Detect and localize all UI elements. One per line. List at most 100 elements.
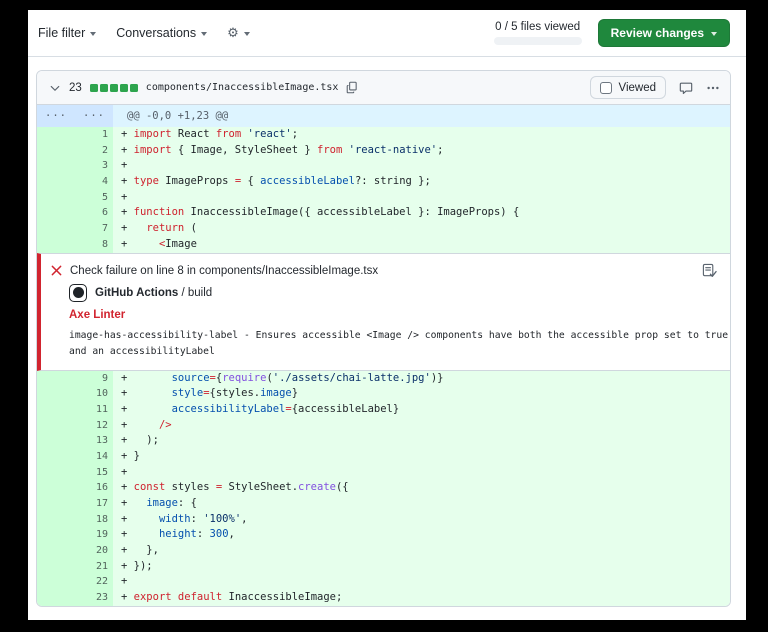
new-line-number[interactable]: 12 (75, 418, 113, 434)
line-content: + import { Image, StyleSheet } from 'rea… (113, 143, 730, 159)
new-line-number[interactable]: 1 (75, 127, 113, 143)
old-line-number[interactable] (37, 496, 75, 512)
new-line-number[interactable]: 2 (75, 143, 113, 159)
new-line-number[interactable]: 17 (75, 496, 113, 512)
conversations-label: Conversations (116, 26, 196, 40)
new-line-number[interactable]: 14 (75, 449, 113, 465)
comment-icon[interactable] (679, 81, 693, 95)
file-filter-dropdown[interactable]: File filter (38, 26, 96, 40)
pr-files-page: File filter Conversations ⚙ 0 / 5 files … (28, 10, 746, 620)
diff-line: 18+ width: '100%', (37, 512, 730, 528)
kebab-menu-icon[interactable] (706, 81, 720, 95)
copy-path-icon[interactable] (346, 81, 359, 94)
diff-line: 6+ function InaccessibleImage({ accessib… (37, 205, 730, 221)
diff-line: 20+ }, (37, 543, 730, 559)
old-line-number[interactable] (37, 371, 75, 387)
diff-lines: 1+ import React from 'react';2+ import {… (37, 127, 730, 606)
new-line-number[interactable]: 21 (75, 559, 113, 575)
diff-line: 3+ (37, 158, 730, 174)
diff-line: 10+ style={styles.image} (37, 386, 730, 402)
new-line-number[interactable]: 4 (75, 174, 113, 190)
old-line-number[interactable] (37, 512, 75, 528)
diff-line: 12+ /> (37, 418, 730, 434)
new-line-number[interactable]: 19 (75, 527, 113, 543)
toolbar-left-group: File filter Conversations ⚙ (38, 26, 250, 40)
new-line-number[interactable]: 6 (75, 205, 113, 221)
new-line-number[interactable]: 10 (75, 386, 113, 402)
old-line-number[interactable] (37, 574, 75, 590)
diff-toolbar: File filter Conversations ⚙ 0 / 5 files … (28, 10, 746, 57)
new-line-number[interactable]: 13 (75, 433, 113, 449)
review-changes-button[interactable]: Review changes (598, 19, 730, 47)
line-content: + accessibilityLabel={accessibleLabel} (113, 402, 730, 418)
hunk-header-row: ··· ··· @@ -0,0 +1,23 @@ (37, 105, 730, 127)
addition-marker: + (121, 544, 134, 556)
diffstat-block (130, 84, 138, 92)
old-line-number[interactable] (37, 449, 75, 465)
chevron-down-icon (90, 32, 96, 36)
new-line-number[interactable]: 5 (75, 190, 113, 206)
diff-line: 17+ image: { (37, 496, 730, 512)
addition-marker: + (121, 591, 134, 603)
old-line-number[interactable] (37, 480, 75, 496)
addition-marker: + (121, 387, 134, 399)
line-content: + export default InaccessibleImage; (113, 590, 730, 606)
new-line-number[interactable]: 15 (75, 465, 113, 481)
old-line-number[interactable] (37, 158, 75, 174)
diff-line: 23+ export default InaccessibleImage; (37, 590, 730, 606)
old-line-number[interactable] (37, 418, 75, 434)
collapse-file-chevron[interactable] (49, 82, 61, 94)
conversations-dropdown[interactable]: Conversations (116, 26, 207, 40)
github-logo-icon (69, 284, 87, 302)
new-line-number[interactable]: 9 (75, 371, 113, 387)
annotation-message-line1: image-has-accessibility-label - Ensures … (69, 330, 728, 341)
old-line-number[interactable] (37, 143, 75, 159)
line-content: + <Image (113, 237, 730, 253)
old-line-number[interactable] (37, 527, 75, 543)
expand-hunk-button[interactable]: ··· (75, 105, 113, 127)
new-line-number[interactable]: 3 (75, 158, 113, 174)
old-line-number[interactable] (37, 465, 75, 481)
new-line-number[interactable]: 11 (75, 402, 113, 418)
line-content: + ); (113, 433, 730, 449)
files-viewed-progress-bar (494, 37, 582, 45)
old-line-number[interactable] (37, 433, 75, 449)
addition-marker: + (121, 191, 134, 203)
chevron-down-icon (711, 32, 717, 36)
old-line-number[interactable] (37, 559, 75, 575)
line-content: + source={require('./assets/chai-latte.j… (113, 371, 730, 387)
new-line-number[interactable]: 7 (75, 221, 113, 237)
old-line-number[interactable] (37, 221, 75, 237)
old-line-number[interactable] (37, 190, 75, 206)
new-line-number[interactable]: 18 (75, 512, 113, 528)
diff-line: 22+ (37, 574, 730, 590)
viewed-checkbox[interactable] (600, 82, 612, 94)
expand-hunk-cells: ··· ··· (37, 105, 113, 127)
chevron-down-icon (201, 32, 207, 36)
diff-line: 13+ ); (37, 433, 730, 449)
new-line-number[interactable]: 22 (75, 574, 113, 590)
viewed-toggle-button[interactable]: Viewed (590, 76, 666, 99)
addition-marker: + (121, 128, 134, 140)
new-line-number[interactable]: 8 (75, 237, 113, 253)
addition-marker: + (121, 560, 134, 572)
file-name-link[interactable]: components/InaccessibleImage.tsx (146, 82, 339, 93)
old-line-number[interactable] (37, 590, 75, 606)
x-failure-icon (51, 265, 62, 276)
new-line-number[interactable]: 20 (75, 543, 113, 559)
old-line-number[interactable] (37, 386, 75, 402)
view-workflow-file-icon[interactable] (702, 263, 717, 283)
old-line-number[interactable] (37, 237, 75, 253)
new-line-number[interactable]: 23 (75, 590, 113, 606)
new-line-number[interactable]: 16 (75, 480, 113, 496)
addition-marker: + (121, 466, 134, 478)
old-line-number[interactable] (37, 127, 75, 143)
old-line-number[interactable] (37, 174, 75, 190)
diff-settings-dropdown[interactable]: ⚙ (227, 27, 250, 40)
old-line-number[interactable] (37, 543, 75, 559)
expand-hunk-button[interactable]: ··· (37, 105, 75, 127)
old-line-number[interactable] (37, 402, 75, 418)
diff-line: 15 + (37, 465, 730, 481)
old-line-number[interactable] (37, 205, 75, 221)
annotation-title-row: Check failure on line 8 in components/In… (51, 265, 690, 277)
